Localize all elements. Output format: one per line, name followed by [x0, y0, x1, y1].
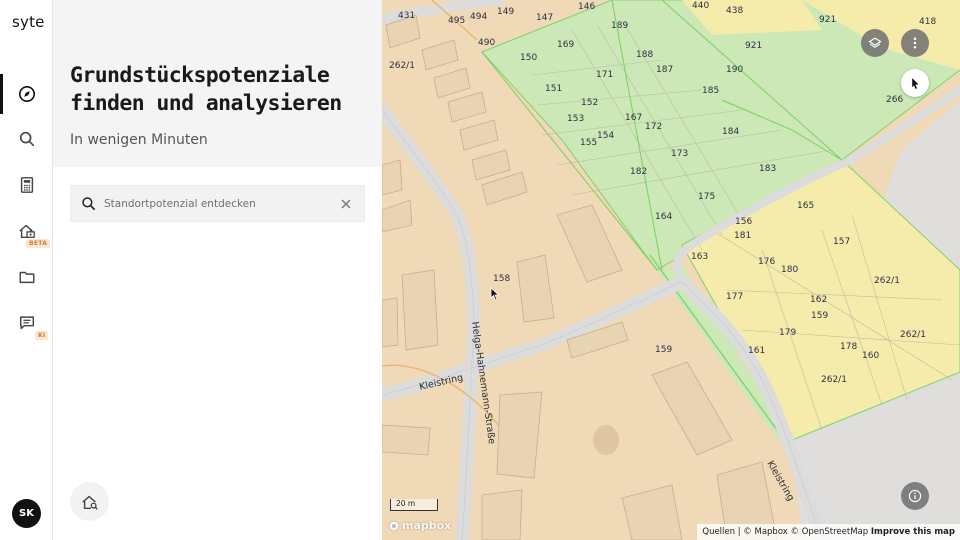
rail-item-folder[interactable]	[0, 257, 53, 297]
plot-label: 146	[578, 2, 595, 12]
rail-item-explore[interactable]	[0, 74, 53, 114]
plot-label: 921	[745, 41, 762, 51]
plot-label: 185	[702, 86, 719, 96]
map-view[interactable]: 431 495 494 149 147 146 189 440 438 921 …	[382, 0, 960, 540]
plot-label: 154	[597, 131, 614, 141]
plot-label: 431	[398, 11, 415, 21]
search-input[interactable]	[104, 197, 341, 210]
plot-label: 189	[611, 21, 628, 31]
plot-label: 187	[656, 65, 673, 75]
rail-item-search[interactable]	[0, 119, 53, 159]
plot-label: 180	[781, 265, 798, 275]
pointer-tool-button[interactable]	[901, 69, 929, 97]
search-icon	[19, 131, 34, 147]
mapbox-logo-text: mapbox	[402, 519, 452, 532]
plot-label: 147	[536, 13, 553, 23]
mouse-cursor-icon	[490, 287, 500, 301]
house-building-icon	[18, 224, 35, 239]
improve-map-link[interactable]: Improve this map	[871, 527, 955, 537]
plot-label: 262/1	[874, 276, 900, 286]
plot-label: 495	[448, 16, 465, 26]
plot-label: 160	[862, 351, 879, 361]
rail-item-calculator[interactable]	[0, 165, 53, 205]
plot-label: 184	[722, 127, 739, 137]
ai-badge: KI	[35, 331, 49, 340]
page-title: Grundstückspotenziale finden und analysi…	[70, 63, 342, 116]
beta-badge: BETA	[26, 239, 51, 248]
plot-label: 921	[819, 15, 836, 25]
plot-label: 173	[671, 149, 688, 159]
map-attribution: Quellen | © Mapbox © OpenStreetMap Impro…	[697, 524, 960, 540]
plot-label: 266	[886, 95, 903, 105]
building-search-button[interactable]	[70, 482, 109, 521]
plot-label: 190	[726, 65, 743, 75]
plot-label: 169	[557, 40, 574, 50]
plot-label: 153	[567, 114, 584, 124]
plot-label: 418	[919, 17, 936, 27]
left-rail: syte BETA KI SK	[0, 0, 53, 540]
info-button[interactable]	[901, 482, 929, 510]
plot-label: 438	[726, 6, 743, 16]
plot-label: 156	[735, 217, 752, 227]
attribution-sources[interactable]: Quellen | © Mapbox © OpenStreetMap	[702, 527, 868, 537]
user-avatar[interactable]: SK	[12, 499, 41, 528]
plot-label: 150	[520, 53, 537, 63]
more-options-button[interactable]	[901, 29, 929, 57]
plot-label: 163	[691, 252, 708, 262]
compass-icon	[18, 85, 35, 103]
hero-section: Grundstückspotenziale finden und analysi…	[53, 0, 382, 167]
plot-label: 152	[581, 98, 598, 108]
plot-label: 490	[478, 38, 495, 48]
plot-label: 177	[726, 292, 743, 302]
mapbox-logo[interactable]: mapbox	[388, 519, 451, 532]
layers-button[interactable]	[861, 29, 889, 57]
calculator-icon	[20, 177, 33, 193]
plot-label: 176	[758, 257, 775, 267]
plot-label: 172	[645, 122, 662, 132]
plot-label: 162	[810, 295, 827, 305]
more-vertical-icon	[913, 37, 917, 49]
house-search-icon	[81, 495, 98, 510]
plot-label: 179	[779, 328, 796, 338]
plot-label: 151	[545, 84, 562, 94]
plot-label: 159	[655, 345, 672, 355]
search-bar	[70, 185, 365, 222]
folder-icon	[19, 271, 34, 284]
plot-label: 181	[734, 231, 751, 241]
plot-label: 159	[811, 311, 828, 321]
layers-icon	[868, 37, 882, 48]
plot-label: 157	[833, 237, 850, 247]
plot-label: 188	[636, 50, 653, 60]
plot-label: 165	[797, 201, 814, 211]
plot-label: 149	[497, 7, 514, 17]
pointer-icon	[912, 78, 919, 89]
mapbox-icon	[388, 520, 400, 531]
plot-label: 182	[630, 167, 647, 177]
plot-label: 158	[493, 274, 510, 284]
plot-label: 175	[698, 192, 715, 202]
plot-label: 440	[692, 1, 709, 11]
plot-label: 262/1	[900, 330, 926, 340]
plot-label: 164	[655, 212, 672, 222]
plot-label: 183	[759, 164, 776, 174]
side-panel: Grundstückspotenziale finden und analysi…	[53, 0, 382, 540]
page-subtitle: In wenigen Minuten	[70, 132, 208, 148]
plot-label: 161	[748, 346, 765, 356]
search-icon	[82, 197, 95, 210]
plot-label: 167	[625, 113, 642, 123]
app-logo[interactable]: syte	[12, 13, 45, 31]
chat-icon	[19, 316, 34, 330]
close-icon[interactable]	[341, 199, 351, 209]
plot-label: 178	[840, 342, 857, 352]
map-canvas[interactable]: 431 495 494 149 147 146 189 440 438 921 …	[382, 0, 960, 540]
plot-label: 494	[470, 12, 487, 22]
info-icon	[908, 489, 922, 503]
plot-label: 155	[580, 138, 597, 148]
scale-bar: 20 m	[390, 499, 438, 511]
plot-label: 262/1	[821, 375, 847, 385]
plot-label: 262/1	[389, 61, 415, 71]
plot-label: 171	[596, 70, 613, 80]
